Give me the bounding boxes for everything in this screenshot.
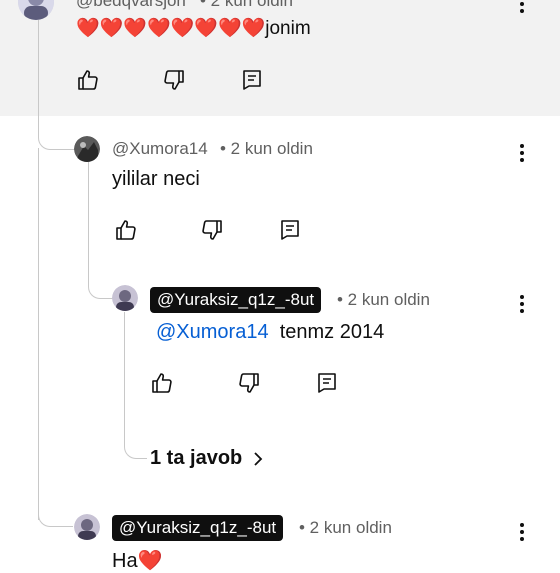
avatar[interactable]: [112, 285, 138, 311]
more-vert-icon[interactable]: [512, 292, 532, 316]
thread-line-outer-lower: [38, 148, 39, 520]
avatar[interactable]: [74, 514, 100, 540]
comment-text: Ha❤️: [112, 550, 163, 572]
thumb-down-icon[interactable]: [162, 68, 186, 92]
thread-line-inner: [88, 162, 113, 299]
reply-comment-icon[interactable]: [278, 218, 302, 242]
avatar[interactable]: [74, 136, 100, 162]
more-vert-icon[interactable]: [512, 520, 532, 544]
mention-link[interactable]: @Xumora14: [156, 321, 269, 343]
comment-text: yililar neci: [112, 168, 200, 190]
thread-line-replies: [124, 312, 147, 459]
reply-comment-icon[interactable]: [315, 371, 339, 395]
more-vert-icon[interactable]: [512, 141, 532, 165]
thumb-down-icon[interactable]: [200, 218, 224, 242]
comment-time: • 2 kun oldin: [299, 518, 392, 537]
more-vert-icon[interactable]: [512, 0, 532, 16]
reply-comment-icon[interactable]: [240, 68, 264, 92]
comment-author[interactable]: @Xumora14: [112, 139, 208, 159]
thread-line-outer-branch: [38, 490, 73, 527]
comment-text: ❤️❤️❤️❤️❤️❤️❤️❤️jonim: [76, 18, 311, 39]
comment-author-badge[interactable]: @Yuraksiz_q1z_-8ut: [150, 287, 322, 313]
thread-line-outer: [38, 20, 75, 150]
comment-text-body: tenmz 2014: [279, 321, 385, 343]
comment-text: @Xumora14 tenmz 2014: [156, 321, 384, 344]
show-replies-button[interactable]: 1 ta javob: [150, 447, 264, 470]
comment-time: • 2 kun oldin: [220, 139, 313, 158]
show-replies-label: 1 ta javob: [150, 447, 243, 469]
comment-author[interactable]: @bedqvarsjon: [76, 0, 186, 11]
comment-author-badge[interactable]: @Yuraksiz_q1z_-8ut: [112, 515, 284, 541]
chevron-right-icon: [252, 451, 264, 467]
thumb-up-icon[interactable]: [150, 371, 174, 395]
comment-time: • 2 kun oldin: [337, 290, 430, 309]
comment-time: • 2 kun oldin: [200, 0, 293, 10]
thumb-down-icon[interactable]: [237, 371, 261, 395]
thumb-up-icon[interactable]: [114, 218, 138, 242]
thumb-up-icon[interactable]: [76, 68, 100, 92]
